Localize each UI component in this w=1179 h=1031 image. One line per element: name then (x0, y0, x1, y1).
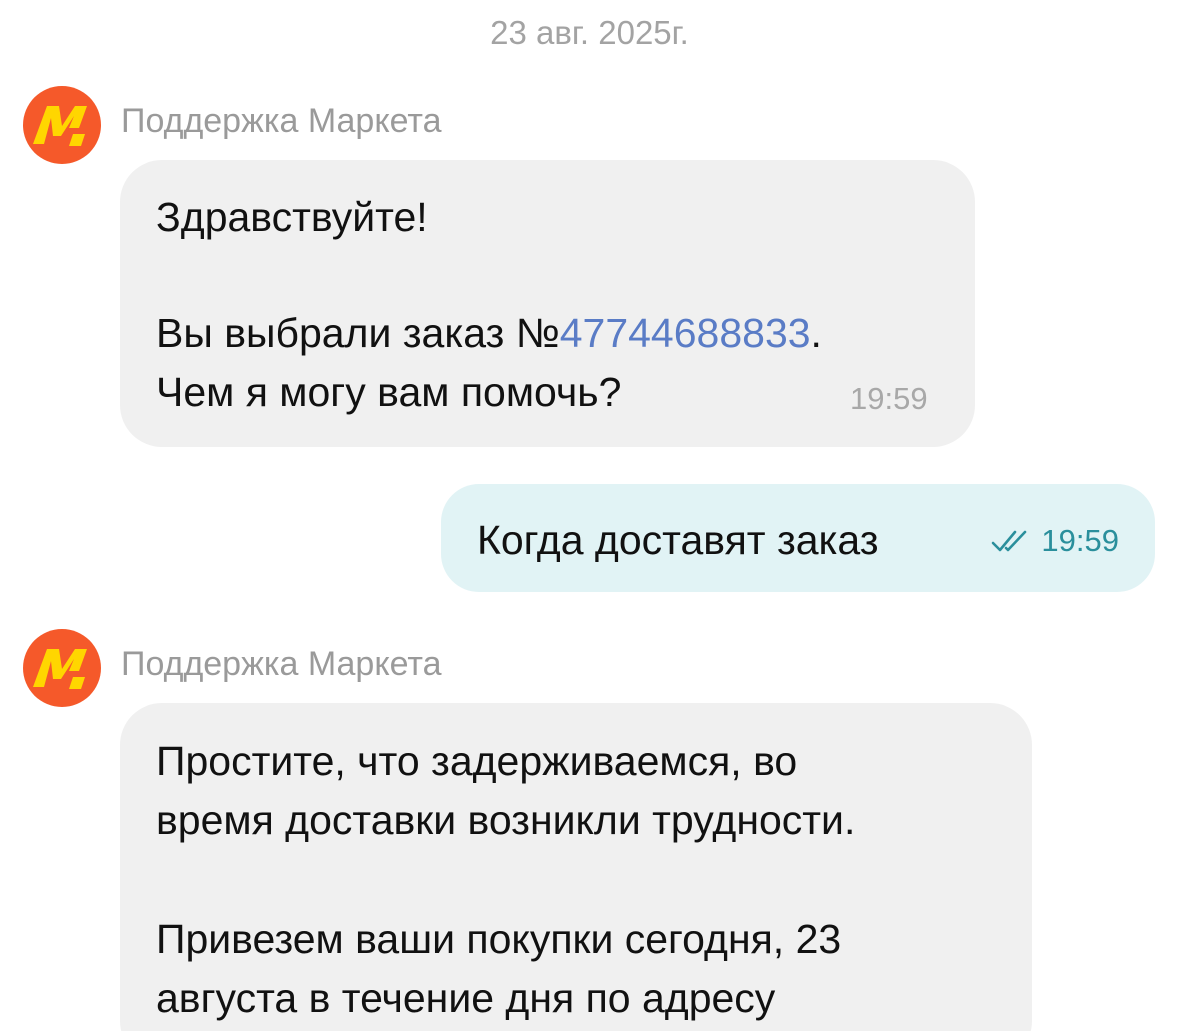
order-number-link[interactable]: 47744688833 (560, 310, 811, 356)
message-line: Чем я могу вам помочь? (156, 369, 622, 415)
message-timestamp: 19:59 (1041, 523, 1119, 558)
sender-name: Поддержка Маркета (121, 102, 442, 140)
yandex-market-logo-icon (23, 86, 101, 164)
double-check-icon (992, 530, 1027, 552)
message-line-order: Вы выбрали заказ №47744688833. (156, 310, 822, 357)
message-text: Когда доставят заказ (477, 517, 879, 563)
sender-name: Поддержка Маркета (121, 645, 442, 683)
incoming-message-bubble[interactable]: Простите, что задерживаемся, во время до… (120, 703, 1032, 1031)
yandex-market-logo-icon (23, 629, 101, 707)
sender-avatar[interactable] (23, 86, 101, 164)
chat-thread: 23 авг. 2025г. Поддержка Маркета Здравст… (0, 0, 1179, 1031)
message-meta: 19:59 (991, 523, 1119, 559)
message-line: Здравствуйте! (156, 194, 428, 240)
message-line: время доставки возникли трудности. (156, 797, 856, 843)
message-timestamp: 19:59 (850, 381, 928, 416)
incoming-message-bubble[interactable]: Здравствуйте! Вы выбрали заказ №47744688… (120, 160, 975, 447)
message-line: Привезем ваши покупки сегодня, 23 (156, 916, 842, 962)
date-separator: 23 авг. 2025г. (490, 14, 689, 51)
sender-avatar[interactable] (23, 629, 101, 707)
outgoing-message-bubble[interactable]: Когда доставят заказ 19:59 (441, 484, 1155, 592)
message-text: Вы выбрали заказ № (156, 310, 560, 356)
message-line: Простите, что задерживаемся, во (156, 738, 798, 784)
message-text: . (810, 310, 822, 356)
message-line: августа в течение дня по адресу (156, 975, 776, 1021)
